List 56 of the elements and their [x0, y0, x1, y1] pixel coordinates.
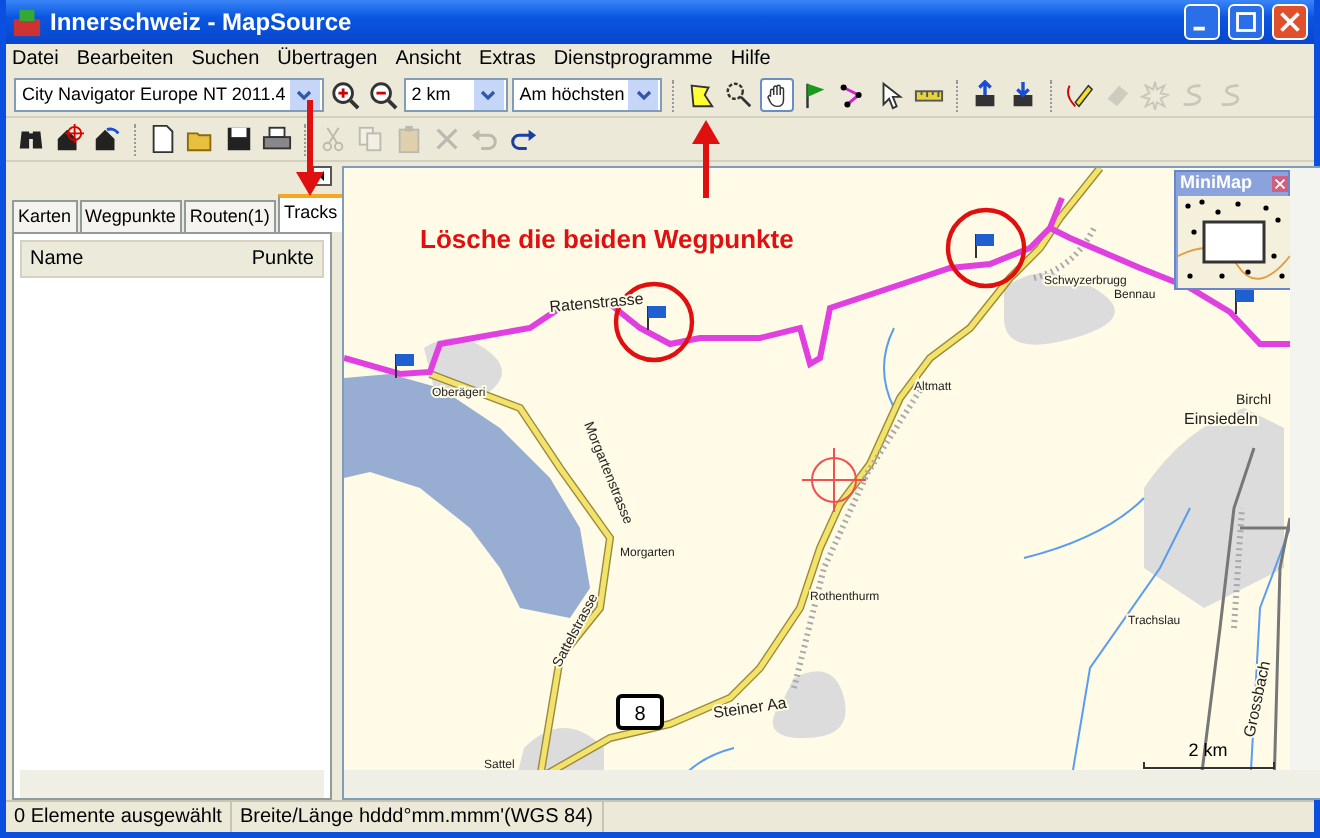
place-label: Einsiedeln: [1184, 410, 1258, 428]
menu-item[interactable]: Dienstprogramme: [553, 44, 713, 74]
horizontal-scrollbar[interactable]: [20, 770, 324, 798]
sidebar-tab[interactable]: Tracks: [277, 193, 344, 232]
menu-item[interactable]: Suchen: [191, 44, 260, 74]
waypoint-flag-icon[interactable]: [975, 233, 994, 259]
caret-icon: [296, 89, 313, 101]
waypoint-flag-icon[interactable]: [395, 353, 414, 379]
highlight-circle: [945, 207, 1027, 289]
waypoint-flag-icon[interactable]: [1235, 289, 1254, 315]
minimap-title: MiniMap: [1178, 172, 1252, 194]
place-label: Grossbach: [1240, 659, 1274, 739]
scale-label: 2 km: [1188, 740, 1228, 760]
status-text: Breite/Länge hddd°mm.mmm'(WGS 84): [231, 802, 603, 832]
vertical-scrollbar[interactable]: [1290, 168, 1320, 770]
menu-item[interactable]: Ansicht: [395, 44, 461, 74]
instruction-text: Lösche die beiden Wegpunkte: [420, 224, 794, 254]
hand-icon[interactable]: [760, 78, 795, 112]
save-icon[interactable]: [222, 122, 256, 156]
zoom-scale-dropdown[interactable]: 2 km: [403, 78, 508, 112]
menu-item[interactable]: Übertragen: [277, 44, 378, 74]
house-arrow-icon[interactable]: [90, 122, 124, 156]
annotation-arrow: [692, 120, 720, 198]
map-product-dropdown[interactable]: City Navigator Europe NT 2011.4: [14, 78, 324, 112]
sidebar-tab[interactable]: Routen(1): [183, 199, 276, 232]
close-button[interactable]: [1272, 175, 1288, 191]
crosshair-icon[interactable]: [801, 447, 867, 513]
sidebar-tab[interactable]: Wegpunkte: [79, 199, 182, 232]
zoom-out-icon[interactable]: [365, 78, 400, 112]
status-text: 0 Elemente ausgewählt: [6, 802, 232, 832]
minimap-drawing[interactable]: [1178, 196, 1290, 288]
annotation-arrow: [296, 100, 324, 196]
sidebar-tab[interactable]: Karten: [12, 199, 78, 232]
close-button[interactable]: [1272, 4, 1308, 40]
maximize-button[interactable]: [1228, 4, 1264, 40]
detail-dropdown[interactable]: Am höchsten: [511, 78, 663, 112]
minimize-button[interactable]: [1184, 4, 1220, 40]
menu-item[interactable]: Extras: [478, 44, 536, 74]
road-number-shield: 8: [616, 694, 664, 730]
caret-icon: [635, 89, 652, 101]
menu-item[interactable]: Hilfe: [730, 44, 771, 74]
search-icon[interactable]: [722, 78, 757, 112]
house-crosshair-icon[interactable]: [52, 122, 86, 156]
zoom-in-icon[interactable]: [327, 78, 362, 112]
place-label: Ratenstrasse: [548, 289, 645, 316]
column-header[interactable]: Punkte: [251, 244, 314, 274]
caret-icon: [480, 89, 497, 101]
app-icon: [12, 7, 42, 37]
scale-bar: [1143, 761, 1275, 769]
window-title: Innerschweiz - MapSource: [50, 6, 352, 40]
waypoint-flag-icon[interactable]: [647, 305, 666, 331]
horizontal-scrollbar[interactable]: [344, 770, 1320, 798]
menu-item[interactable]: Bearbeiten: [76, 44, 174, 74]
place-label: Steiner Aa: [712, 693, 788, 722]
menu-item[interactable]: Datei: [12, 44, 59, 74]
column-header[interactable]: Name: [30, 244, 84, 274]
